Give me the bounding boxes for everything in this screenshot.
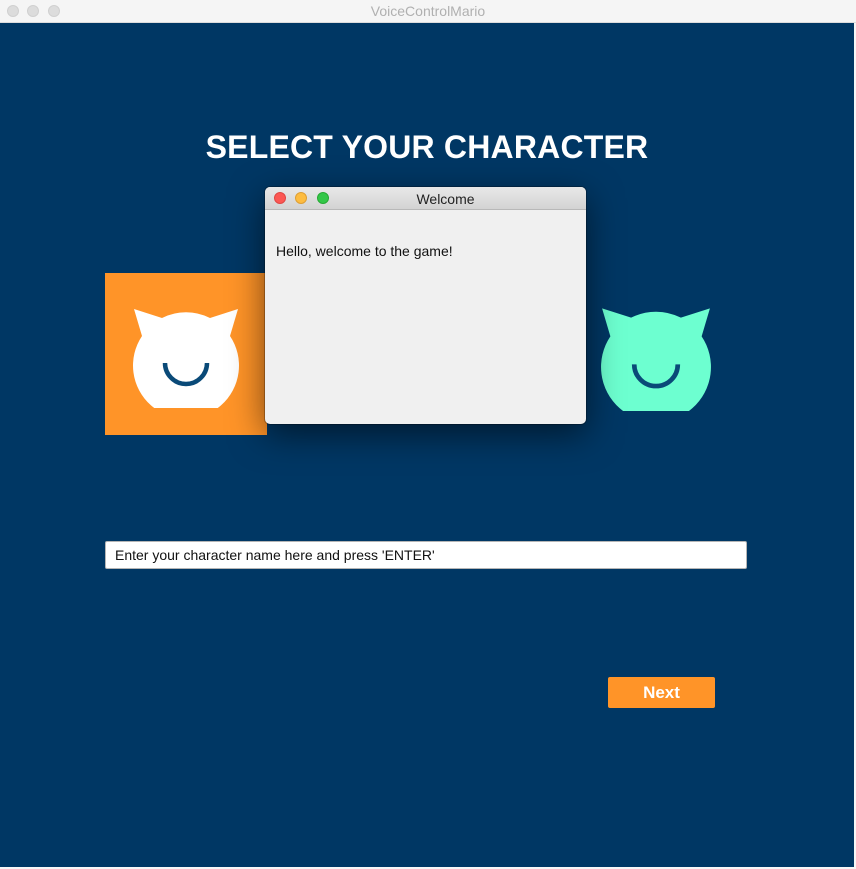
welcome-dialog: Welcome Hello, welcome to the game!: [265, 187, 586, 424]
dialog-message: Hello, welcome to the game!: [276, 243, 453, 259]
character-option-teal[interactable]: [600, 299, 712, 411]
cat-face-icon: [133, 309, 239, 408]
page-title: SELECT YOUR CHARACTER: [205, 129, 649, 165]
window-title: VoiceControlMario: [370, 3, 486, 19]
character-name-input[interactable]: [105, 541, 747, 569]
window-titlebar[interactable]: VoiceControlMario: [0, 0, 856, 23]
dialog-titlebar[interactable]: Welcome: [265, 187, 586, 210]
main-content: SELECT YOUR CHARACTER Next: [0, 23, 854, 867]
next-button[interactable]: Next: [608, 677, 715, 708]
dialog-title: Welcome: [416, 191, 475, 207]
character-card-selected[interactable]: [105, 273, 267, 435]
cat-face-icon: [601, 308, 711, 411]
app-window: VoiceControlMario SELECT YOUR CHARACTER …: [0, 0, 856, 869]
